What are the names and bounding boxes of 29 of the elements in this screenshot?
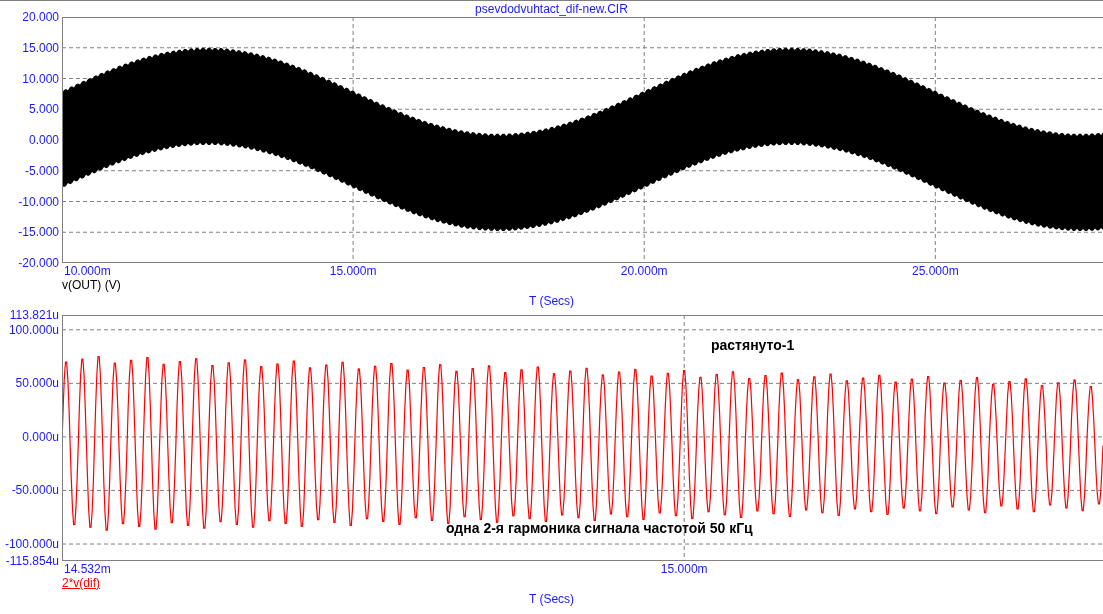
- x-axis-tick-label: 15.000m: [660, 562, 708, 576]
- y-axis-tick-label: -10.000: [18, 193, 59, 210]
- x-axis-tick-label: 20.000m: [620, 264, 668, 278]
- y-axis-tick-label: 113.821u: [9, 307, 59, 323]
- trace-label[interactable]: v(OUT) (V): [62, 278, 121, 292]
- y-axis-tick-label: 20.000: [22, 9, 59, 25]
- plot-annotation: растянуто-1: [711, 337, 795, 353]
- x-axis-tick-label: 15.000m: [329, 264, 377, 278]
- y-axis-tick-label: 0.000u: [22, 428, 59, 445]
- y-axis-tick-label: 50.000u: [15, 375, 59, 392]
- y-axis-tick-label: -100.000u: [4, 536, 59, 552]
- y-axis-tick-label: -5.000: [24, 162, 59, 179]
- trace-label[interactable]: 2*v(dif): [62, 576, 100, 590]
- y-axis-tick-label: 10.000: [22, 70, 59, 87]
- y-axis-tick-label: 5.000: [28, 101, 59, 118]
- x-axis-tick-label: 25.000m: [911, 264, 959, 278]
- y-axis-tick-label: -20.000: [18, 255, 59, 271]
- y-axis-tick-label: -115.854u: [5, 553, 59, 569]
- y-axis-tick-label: 0.000: [28, 132, 59, 148]
- y-axis-tick-label: 100.000u: [8, 321, 59, 338]
- plot-title: psevdodvuhtact_dif-new.CIR: [475, 1, 628, 16]
- x-axis-tick-label: 10.000m: [64, 264, 111, 278]
- y-axis-tick-label: -50.000u: [11, 482, 59, 499]
- x-axis-tick-label: 14.532m: [64, 562, 111, 576]
- x-axis-title: T (Secs): [528, 293, 575, 308]
- plot-annotation: одна 2-я гармоника сигнала частотой 50 кГц: [446, 520, 753, 536]
- y-axis-tick-label: 15.000: [22, 39, 59, 56]
- x-axis-title: T (Secs): [528, 591, 575, 606]
- y-axis-tick-label: -15.000: [18, 224, 59, 241]
